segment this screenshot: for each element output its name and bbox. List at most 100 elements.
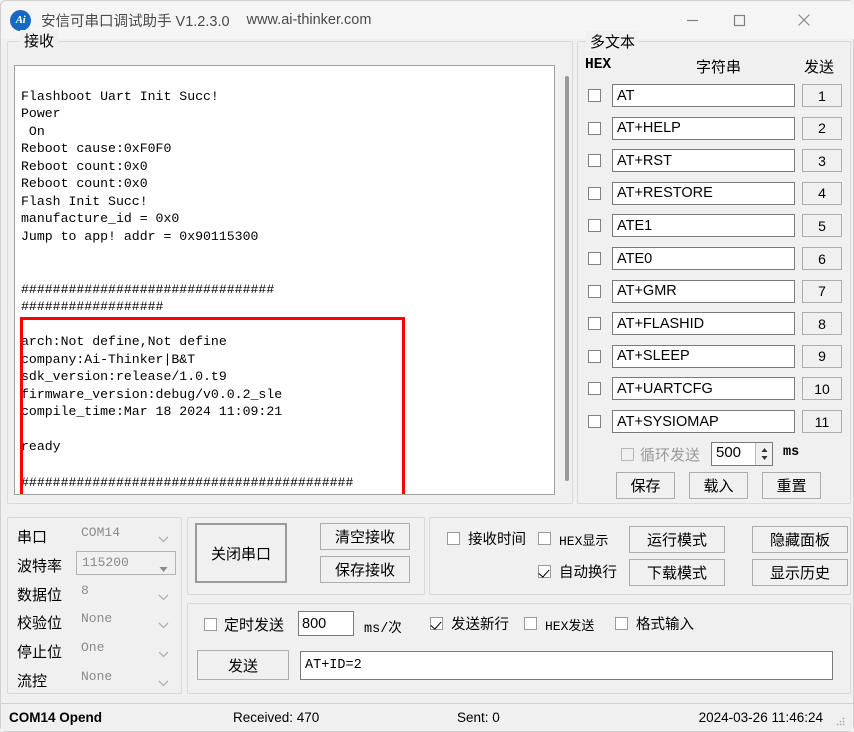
serial-setting-value: 8 <box>81 582 89 598</box>
chevron-down-icon <box>158 674 169 692</box>
save-receive-button[interactable]: 保存接收 <box>320 556 410 583</box>
vendor-url-label: www.ai-thinker.com <box>246 12 372 28</box>
serial-setting-dropdown[interactable]: One <box>76 637 176 661</box>
command-hex-checkbox[interactable] <box>588 219 601 233</box>
command-input[interactable] <box>612 279 795 303</box>
reset-commands-button[interactable]: 重置 <box>762 472 821 499</box>
save-commands-button[interactable]: 保存 <box>616 472 675 499</box>
auto-wrap-label: 自动换行 <box>559 565 617 581</box>
serial-setting-row: 波特率 115200 <box>8 550 183 580</box>
hex-display-label: HEX显示 <box>559 534 609 549</box>
title-bar: Ai 安信可串口调试助手 V1.2.3.0 www.ai-thinker.com <box>1 1 854 39</box>
status-port-state: COM14 Opend <box>9 710 103 725</box>
command-input[interactable] <box>612 214 795 238</box>
format-input-checkbox[interactable] <box>615 617 628 630</box>
receive-scrollbar[interactable] <box>560 70 573 490</box>
command-send-button[interactable]: 4 <box>802 181 842 205</box>
hex-display-checkbox[interactable] <box>538 532 551 545</box>
command-send-button[interactable]: 1 <box>802 84 842 107</box>
command-row: 9 <box>578 344 852 368</box>
command-row: 4 <box>578 181 852 205</box>
serial-setting-dropdown[interactable]: None <box>76 608 176 632</box>
command-input[interactable] <box>612 116 795 140</box>
serial-setting-dropdown[interactable]: None <box>76 666 176 690</box>
show-history-button[interactable]: 显示历史 <box>752 559 848 586</box>
command-hex-checkbox[interactable] <box>588 349 601 363</box>
send-button[interactable]: 发送 <box>197 650 289 680</box>
recv-time-checkbox[interactable] <box>447 532 460 545</box>
close-port-button[interactable]: 关闭串口 <box>195 523 287 583</box>
command-send-button[interactable]: 11 <box>802 410 842 433</box>
format-input-label: 格式输入 <box>636 617 694 633</box>
command-input[interactable] <box>612 149 795 173</box>
status-datetime: 2024-03-26 11:46:24 <box>698 710 823 725</box>
command-input[interactable] <box>612 410 795 433</box>
command-row: 3 <box>578 149 852 173</box>
close-button[interactable] <box>781 1 827 39</box>
serial-setting-dropdown[interactable]: 8 <box>76 580 176 604</box>
receive-output-text: Flashboot Uart Init Succ! Power On Reboo… <box>21 88 354 494</box>
command-send-button[interactable]: 8 <box>802 312 842 336</box>
timed-send-checkbox[interactable] <box>204 618 217 631</box>
command-hex-checkbox[interactable] <box>588 89 601 102</box>
command-input[interactable] <box>612 344 795 368</box>
run-mode-button[interactable]: 运行模式 <box>629 526 725 553</box>
resize-grip-icon[interactable] <box>834 715 846 727</box>
command-hex-checkbox[interactable] <box>588 317 601 331</box>
multitext-group-legend: 多文本 <box>586 31 640 52</box>
status-bar: COM14 Opend Received: 470 Sent: 0 2024-0… <box>1 703 853 731</box>
status-received-count: Received: 470 <box>233 710 320 725</box>
command-send-button[interactable]: 6 <box>802 247 842 270</box>
command-input[interactable] <box>612 181 795 205</box>
serial-setting-dropdown[interactable]: 115200 <box>76 550 176 575</box>
send-command-input[interactable] <box>300 651 833 680</box>
chevron-down-icon <box>158 645 169 663</box>
loop-interval-spinner-buttons[interactable] <box>755 443 772 465</box>
serial-setting-label: 数据位 <box>17 586 63 604</box>
command-hex-checkbox[interactable] <box>588 121 601 135</box>
command-input[interactable] <box>612 312 795 336</box>
maximize-button[interactable] <box>716 1 762 39</box>
serial-setting-label: 停止位 <box>17 644 63 662</box>
window-title: 安信可串口调试助手 V1.2.3.0 <box>41 13 230 30</box>
send-panel: 定时发送 ms/次 发送新行 HEX发送 格式输入 发送 <box>187 603 851 694</box>
status-sent-count: Sent: 0 <box>457 710 500 725</box>
command-input[interactable] <box>612 84 795 107</box>
multitext-header-row: HEX 字符串 发送 <box>578 56 852 80</box>
download-mode-button[interactable]: 下载模式 <box>629 559 725 586</box>
receive-scrollbar-thumb[interactable] <box>565 76 569 481</box>
multitext-actions: 保存 载入 重置 <box>578 472 852 500</box>
command-row: 10 <box>578 377 852 401</box>
receive-group: 接收 Flashboot Uart Init Succ! Power On Re… <box>7 30 573 504</box>
hide-panel-button[interactable]: 隐藏面板 <box>752 526 848 553</box>
command-hex-checkbox[interactable] <box>588 154 601 168</box>
timed-send-interval-input[interactable] <box>298 611 354 636</box>
command-input[interactable] <box>612 377 795 401</box>
receive-textarea[interactable]: Flashboot Uart Init Succ! Power On Reboo… <box>14 65 555 495</box>
command-hex-checkbox[interactable] <box>588 382 601 396</box>
command-hex-checkbox[interactable] <box>588 284 601 298</box>
load-commands-button[interactable]: 载入 <box>689 472 748 499</box>
command-send-button[interactable]: 10 <box>802 377 842 401</box>
command-send-button[interactable]: 9 <box>802 344 842 368</box>
command-send-button[interactable]: 5 <box>802 214 842 238</box>
hex-send-checkbox[interactable] <box>524 617 537 630</box>
send-newline-checkbox[interactable] <box>430 617 443 630</box>
command-hex-checkbox[interactable] <box>588 252 601 265</box>
minimize-button[interactable] <box>669 1 715 39</box>
auto-wrap-checkbox[interactable] <box>538 565 551 578</box>
command-hex-checkbox[interactable] <box>588 415 601 428</box>
loop-interval-stepper[interactable]: 500 <box>711 442 773 466</box>
loop-send-checkbox[interactable] <box>621 448 634 461</box>
command-send-button[interactable]: 3 <box>802 149 842 173</box>
command-input[interactable] <box>612 247 795 270</box>
clear-receive-button[interactable]: 清空接收 <box>320 523 410 550</box>
hex-send-label: HEX发送 <box>545 619 595 634</box>
serial-setting-row: 流控 None <box>8 666 183 695</box>
serial-setting-dropdown[interactable]: COM14 <box>76 522 176 546</box>
command-send-button[interactable]: 2 <box>802 116 842 140</box>
command-row: 7 <box>578 279 852 303</box>
command-hex-checkbox[interactable] <box>588 186 601 200</box>
command-send-button[interactable]: 7 <box>802 279 842 303</box>
serial-setting-row: 停止位 One <box>8 637 183 666</box>
